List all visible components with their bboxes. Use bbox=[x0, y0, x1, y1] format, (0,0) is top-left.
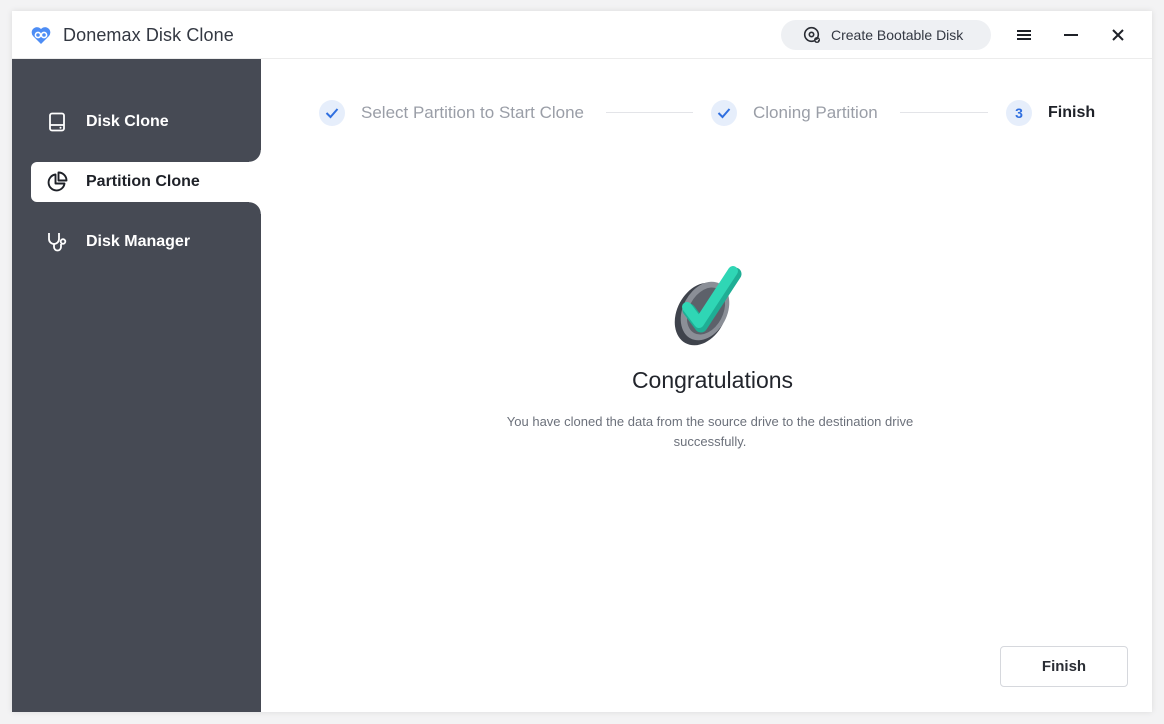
bootable-disk-icon bbox=[803, 26, 820, 43]
sidebar-item-disk-clone[interactable]: Disk Clone bbox=[12, 102, 261, 142]
step-check-icon bbox=[319, 100, 345, 126]
step-check-icon bbox=[711, 100, 737, 126]
step-connector bbox=[606, 112, 693, 113]
step-label: Cloning Partition bbox=[753, 103, 878, 122]
step-finish: 3 Finish bbox=[1006, 99, 1095, 127]
sidebar-item-label: Disk Clone bbox=[86, 113, 169, 130]
pie-chart-icon bbox=[46, 171, 68, 193]
app-title: Donemax Disk Clone bbox=[63, 25, 234, 45]
step-connector bbox=[900, 112, 988, 113]
hard-drive-icon bbox=[46, 111, 68, 133]
success-check-icon bbox=[674, 266, 742, 346]
sidebar-item-label: Disk Manager bbox=[86, 233, 191, 250]
minimize-icon[interactable] bbox=[1060, 24, 1082, 46]
sidebar-item-partition-clone[interactable]: Partition Clone bbox=[31, 150, 261, 214]
close-icon[interactable] bbox=[1107, 24, 1129, 46]
title-bar: Donemax Disk Clone Create Bootable Disk bbox=[12, 11, 1152, 59]
hamburger-menu-icon[interactable] bbox=[1013, 24, 1035, 46]
sidebar-item-label: Partition Clone bbox=[86, 173, 200, 190]
success-message: You have cloned the data from the source… bbox=[506, 414, 914, 449]
step-label: Select Partition to Start Clone bbox=[361, 103, 585, 122]
step-select-partition: Select Partition to Start Clone bbox=[319, 99, 584, 127]
app-window: Donemax Disk Clone Create Bootable Disk bbox=[12, 11, 1152, 712]
stethoscope-icon bbox=[46, 231, 68, 253]
finish-button[interactable]: Finish bbox=[1000, 646, 1128, 687]
create-bootable-disk-button[interactable]: Create Bootable Disk bbox=[781, 20, 991, 50]
donemax-logo-icon bbox=[31, 27, 51, 44]
create-bootable-disk-label: Create Bootable Disk bbox=[831, 27, 964, 43]
sidebar: Disk Clone Partition Clone Disk Manager bbox=[12, 59, 261, 712]
step-number: 3 bbox=[1006, 100, 1032, 126]
step-cloning-partition: Cloning Partition bbox=[711, 99, 878, 127]
step-label: Finish bbox=[1048, 104, 1096, 121]
sidebar-item-disk-manager[interactable]: Disk Manager bbox=[12, 222, 261, 262]
congratulations-heading: Congratulations bbox=[631, 367, 794, 393]
